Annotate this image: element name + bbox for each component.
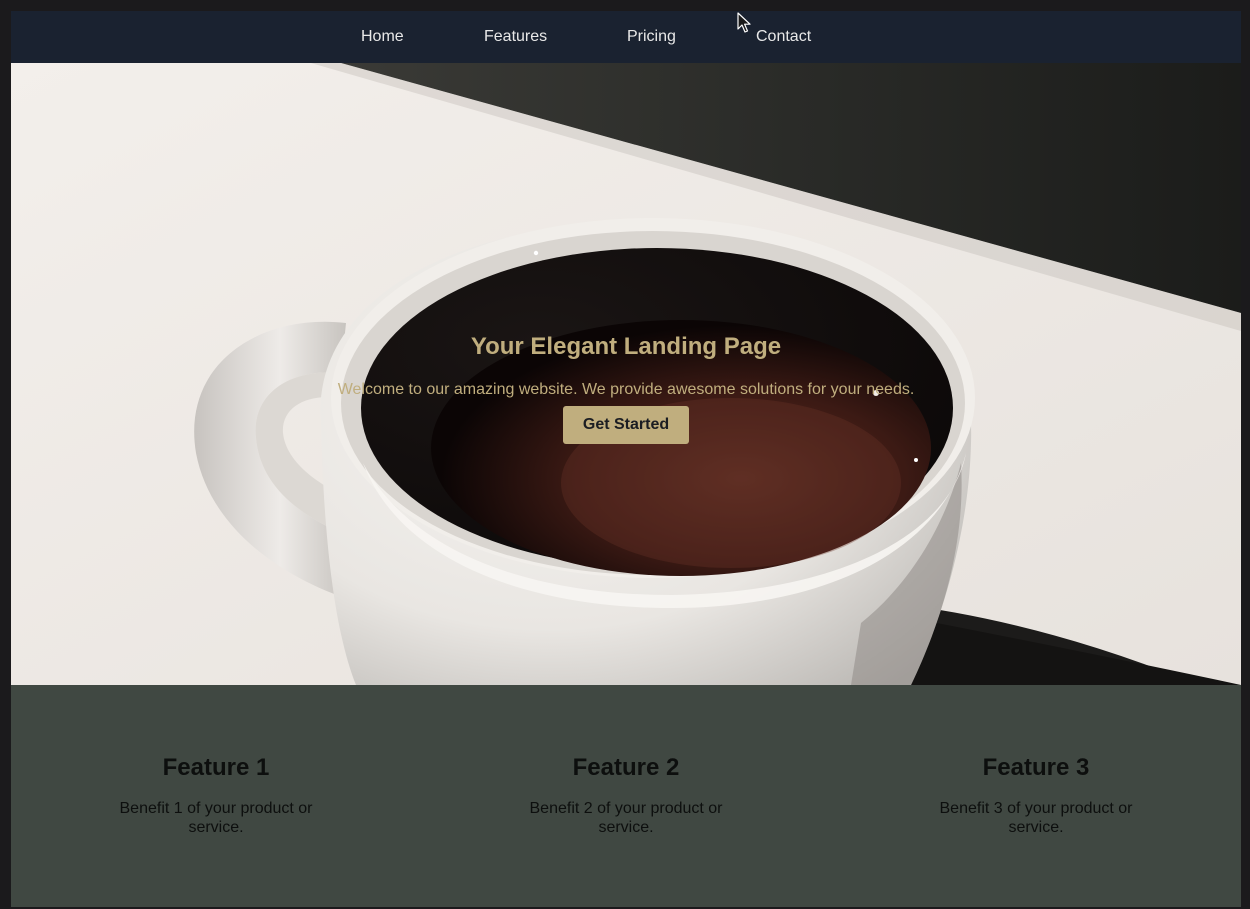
feature-description: Benefit 3 of your product or service. bbox=[939, 800, 1133, 836]
feature-card: Feature 2 Benefit 2 of your product or s… bbox=[516, 754, 736, 837]
feature-title: Feature 1 bbox=[162, 754, 270, 781]
hero-subtitle: Welcome to our amazing website. We provi… bbox=[337, 381, 915, 398]
features-section: Feature 1 Benefit 1 of your product or s… bbox=[11, 685, 1241, 907]
arrow-cursor-icon bbox=[737, 12, 751, 33]
page-frame: Home Features Pricing Contact Your Elega… bbox=[11, 11, 1241, 907]
feature-description: Benefit 2 of your product or service. bbox=[529, 800, 723, 836]
nav-link-contact[interactable]: Contact bbox=[756, 28, 811, 46]
nav-link-pricing[interactable]: Pricing bbox=[627, 28, 676, 46]
feature-card: Feature 1 Benefit 1 of your product or s… bbox=[106, 754, 326, 837]
feature-card: Feature 3 Benefit 3 of your product or s… bbox=[926, 754, 1146, 837]
nav-link-features[interactable]: Features bbox=[484, 28, 547, 46]
feature-title: Feature 3 bbox=[982, 754, 1090, 781]
coffee-cup-image bbox=[11, 63, 1241, 685]
hero-title: Your Elegant Landing Page bbox=[470, 333, 782, 360]
top-nav: Home Features Pricing Contact bbox=[11, 11, 1241, 63]
get-started-button[interactable]: Get Started bbox=[563, 406, 689, 444]
hero-section: Your Elegant Landing Page Welcome to our… bbox=[11, 63, 1241, 685]
feature-title: Feature 2 bbox=[572, 754, 680, 781]
nav-link-home[interactable]: Home bbox=[361, 28, 404, 46]
feature-description: Benefit 1 of your product or service. bbox=[119, 800, 313, 836]
